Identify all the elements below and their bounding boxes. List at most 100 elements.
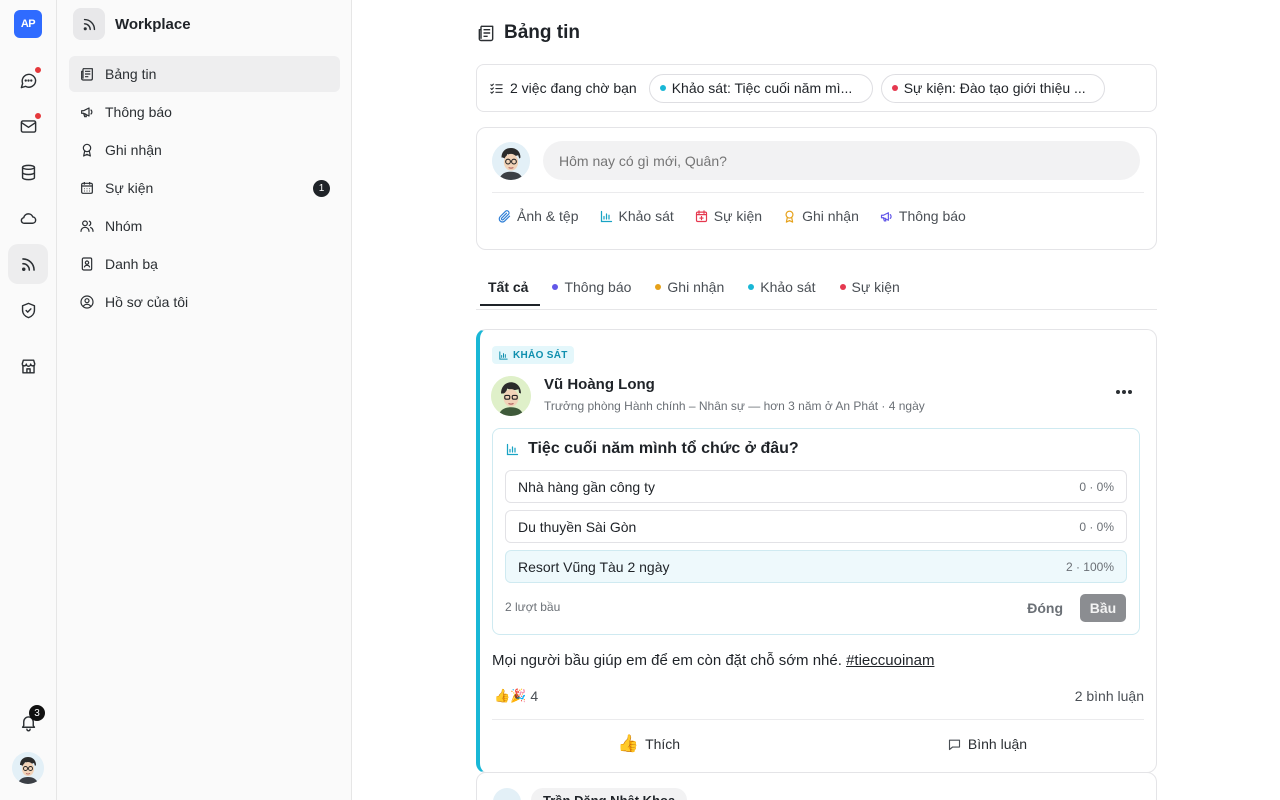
tab-events[interactable]: Sự kiện bbox=[828, 268, 912, 306]
mail-icon bbox=[20, 119, 36, 133]
pending-label-text: 2 việc đang chờ bạn bbox=[510, 80, 637, 96]
action-label: Ảnh & tệp bbox=[517, 208, 579, 224]
sidebar-item-label: Ghi nhận bbox=[105, 142, 162, 158]
rail-feed-button[interactable] bbox=[8, 244, 48, 284]
divider bbox=[492, 192, 1144, 193]
sidebar-item-directory[interactable]: Danh bạ bbox=[69, 246, 340, 282]
comments-count-link[interactable]: 2 bình luận bbox=[1075, 688, 1144, 704]
sidebar-item-label: Thông báo bbox=[105, 104, 172, 120]
rail-cloud-button[interactable] bbox=[8, 198, 48, 238]
user-avatar[interactable] bbox=[12, 752, 44, 784]
author-avatar[interactable] bbox=[493, 788, 521, 800]
poll-question-text: Tiệc cuối năm mình tổ chức ở đâu? bbox=[528, 440, 799, 457]
main-content: Bảng tin 2 việc đang chờ bạn Khảo sát: T… bbox=[352, 0, 1280, 800]
sidebar-item-label: Hồ sơ của tôi bbox=[105, 294, 189, 310]
bar-chart-icon bbox=[506, 443, 519, 455]
reactions-summary[interactable]: 👍🎉 4 bbox=[494, 688, 538, 704]
poll-option-label: Resort Vũng Tàu 2 ngày bbox=[518, 558, 670, 575]
author-avatar[interactable] bbox=[491, 376, 531, 416]
sidebar-item-recognition[interactable]: Ghi nhận bbox=[69, 132, 340, 168]
post-author-name[interactable]: Vũ Hoàng Long bbox=[544, 376, 655, 393]
poll-option[interactable]: Du thuyền Sài Gòn 0 · 0% bbox=[505, 510, 1127, 543]
like-button[interactable]: 👍 Thích bbox=[480, 728, 818, 760]
user-circle-icon bbox=[80, 295, 94, 309]
hashtag-link[interactable]: #tieccuoinam bbox=[846, 652, 934, 669]
calendar-plus-icon bbox=[695, 209, 707, 222]
sidebar-item-feed[interactable]: Bảng tin bbox=[69, 56, 340, 92]
workspace-header: Workplace bbox=[73, 8, 191, 40]
poll-option-label: Nhà hàng gần công ty bbox=[518, 478, 655, 495]
chip-dot bbox=[891, 85, 898, 91]
tab-recognition[interactable]: Ghi nhận bbox=[643, 268, 736, 306]
poll-close-button[interactable]: Đóng bbox=[1027, 596, 1063, 620]
rail-store-button[interactable] bbox=[8, 346, 48, 386]
chip-text: Khảo sát: Tiệc cuối năm mì... bbox=[671, 80, 853, 96]
sidebar-item-groups[interactable]: Nhóm bbox=[69, 208, 340, 244]
sidebar-item-events[interactable]: Sự kiện 1 bbox=[69, 170, 340, 206]
create-recognition-button[interactable]: Ghi nhận bbox=[782, 208, 859, 224]
reaction-count: 4 bbox=[530, 688, 539, 704]
store-icon bbox=[20, 358, 36, 374]
rail-security-button[interactable] bbox=[8, 290, 48, 330]
sidebar-item-profile[interactable]: Hồ sơ của tôi bbox=[69, 284, 340, 320]
pending-tasks-bar: 2 việc đang chờ bạn Khảo sát: Tiệc cuối … bbox=[476, 64, 1157, 112]
reaction-emojis: 👍🎉 bbox=[494, 688, 527, 703]
composer-actions: Ảnh & tệp Khảo sát Sự kiện Ghi nhận Thôn… bbox=[497, 208, 966, 224]
chip-text: Sự kiện: Đào tạo giới thiệu ... bbox=[903, 80, 1086, 96]
comment-label: Bình luận bbox=[967, 736, 1028, 752]
pending-chip-survey[interactable]: Khảo sát: Tiệc cuối năm mì... bbox=[648, 73, 873, 103]
tab-dot bbox=[655, 284, 662, 290]
sidebar-item-announcements[interactable]: Thông báo bbox=[69, 94, 340, 130]
create-survey-button[interactable]: Khảo sát bbox=[599, 208, 674, 224]
tab-dot bbox=[552, 284, 559, 290]
tab-label: Ghi nhận bbox=[667, 279, 725, 295]
page-title-text: Bảng tin bbox=[504, 22, 580, 43]
tab-announcements[interactable]: Thông báo bbox=[540, 268, 643, 306]
action-label: Thông báo bbox=[898, 208, 966, 224]
contact-icon bbox=[81, 257, 93, 271]
feed-post-survey: KHẢO SÁT Vũ Hoàng Long Trưởng phòng Hành… bbox=[476, 329, 1157, 773]
post-composer: Ảnh & tệp Khảo sát Sự kiện Ghi nhận Thôn… bbox=[476, 127, 1157, 250]
feed-post-next: Trần Đặng Nhật Khoa bbox=[476, 772, 1157, 800]
avatar-illustration-icon bbox=[492, 142, 530, 180]
poll-card: Tiệc cuối năm mình tổ chức ở đâu? Nhà hà… bbox=[492, 428, 1140, 635]
tab-surveys[interactable]: Khảo sát bbox=[736, 268, 827, 306]
pending-chip-event[interactable]: Sự kiện: Đào tạo giới thiệu ... bbox=[880, 73, 1105, 103]
poll-question: Tiệc cuối năm mình tổ chức ở đâu? bbox=[505, 440, 799, 458]
sidebar-item-label: Sự kiện bbox=[105, 180, 154, 196]
post-author-name[interactable]: Trần Đặng Nhật Khoa bbox=[531, 788, 688, 800]
paperclip-icon bbox=[498, 209, 511, 223]
post-type-badge: KHẢO SÁT bbox=[492, 346, 574, 364]
action-label: Ghi nhận bbox=[802, 208, 859, 224]
users-icon bbox=[80, 220, 94, 232]
rail-notifications-button[interactable]: 3 bbox=[8, 702, 48, 742]
poll-option[interactable]: Nhà hàng gần công ty 0 · 0% bbox=[505, 470, 1127, 503]
avatar-illustration-icon bbox=[12, 752, 44, 784]
rss-icon bbox=[83, 18, 95, 30]
rail-database-button[interactable] bbox=[8, 152, 48, 192]
comment-icon bbox=[948, 739, 960, 750]
create-announcement-button[interactable]: Thông báo bbox=[879, 208, 966, 224]
more-dot bbox=[1122, 390, 1126, 394]
poll-option-result: 0 · 0% bbox=[1079, 519, 1114, 534]
workspace-icon-box bbox=[73, 8, 105, 40]
composer-input[interactable] bbox=[543, 141, 1140, 180]
badge-text: KHẢO SÁT bbox=[513, 349, 568, 361]
unread-dot bbox=[34, 66, 42, 74]
rail-chat-button[interactable] bbox=[8, 60, 48, 100]
comment-button[interactable]: Bình luận bbox=[818, 728, 1156, 760]
poll-option-leading[interactable]: Resort Vũng Tàu 2 ngày 2 · 100% bbox=[505, 550, 1127, 583]
pending-label: 2 việc đang chờ bạn bbox=[489, 80, 637, 96]
app-logo[interactable]: AP bbox=[14, 10, 42, 38]
poll-option-label: Du thuyền Sài Gòn bbox=[518, 518, 637, 535]
attach-files-button[interactable]: Ảnh & tệp bbox=[497, 208, 579, 224]
post-more-button[interactable] bbox=[1112, 382, 1136, 402]
bar-chart-icon bbox=[499, 350, 508, 360]
action-label: Khảo sát bbox=[618, 208, 674, 224]
create-event-button[interactable]: Sự kiện bbox=[694, 208, 762, 224]
poll-vote-button[interactable]: Bầu bbox=[1080, 594, 1126, 622]
rss-icon bbox=[21, 257, 35, 271]
avatar-illustration-icon bbox=[491, 376, 531, 416]
tab-all[interactable]: Tất cả bbox=[476, 268, 541, 306]
rail-mail-button[interactable] bbox=[8, 106, 48, 146]
